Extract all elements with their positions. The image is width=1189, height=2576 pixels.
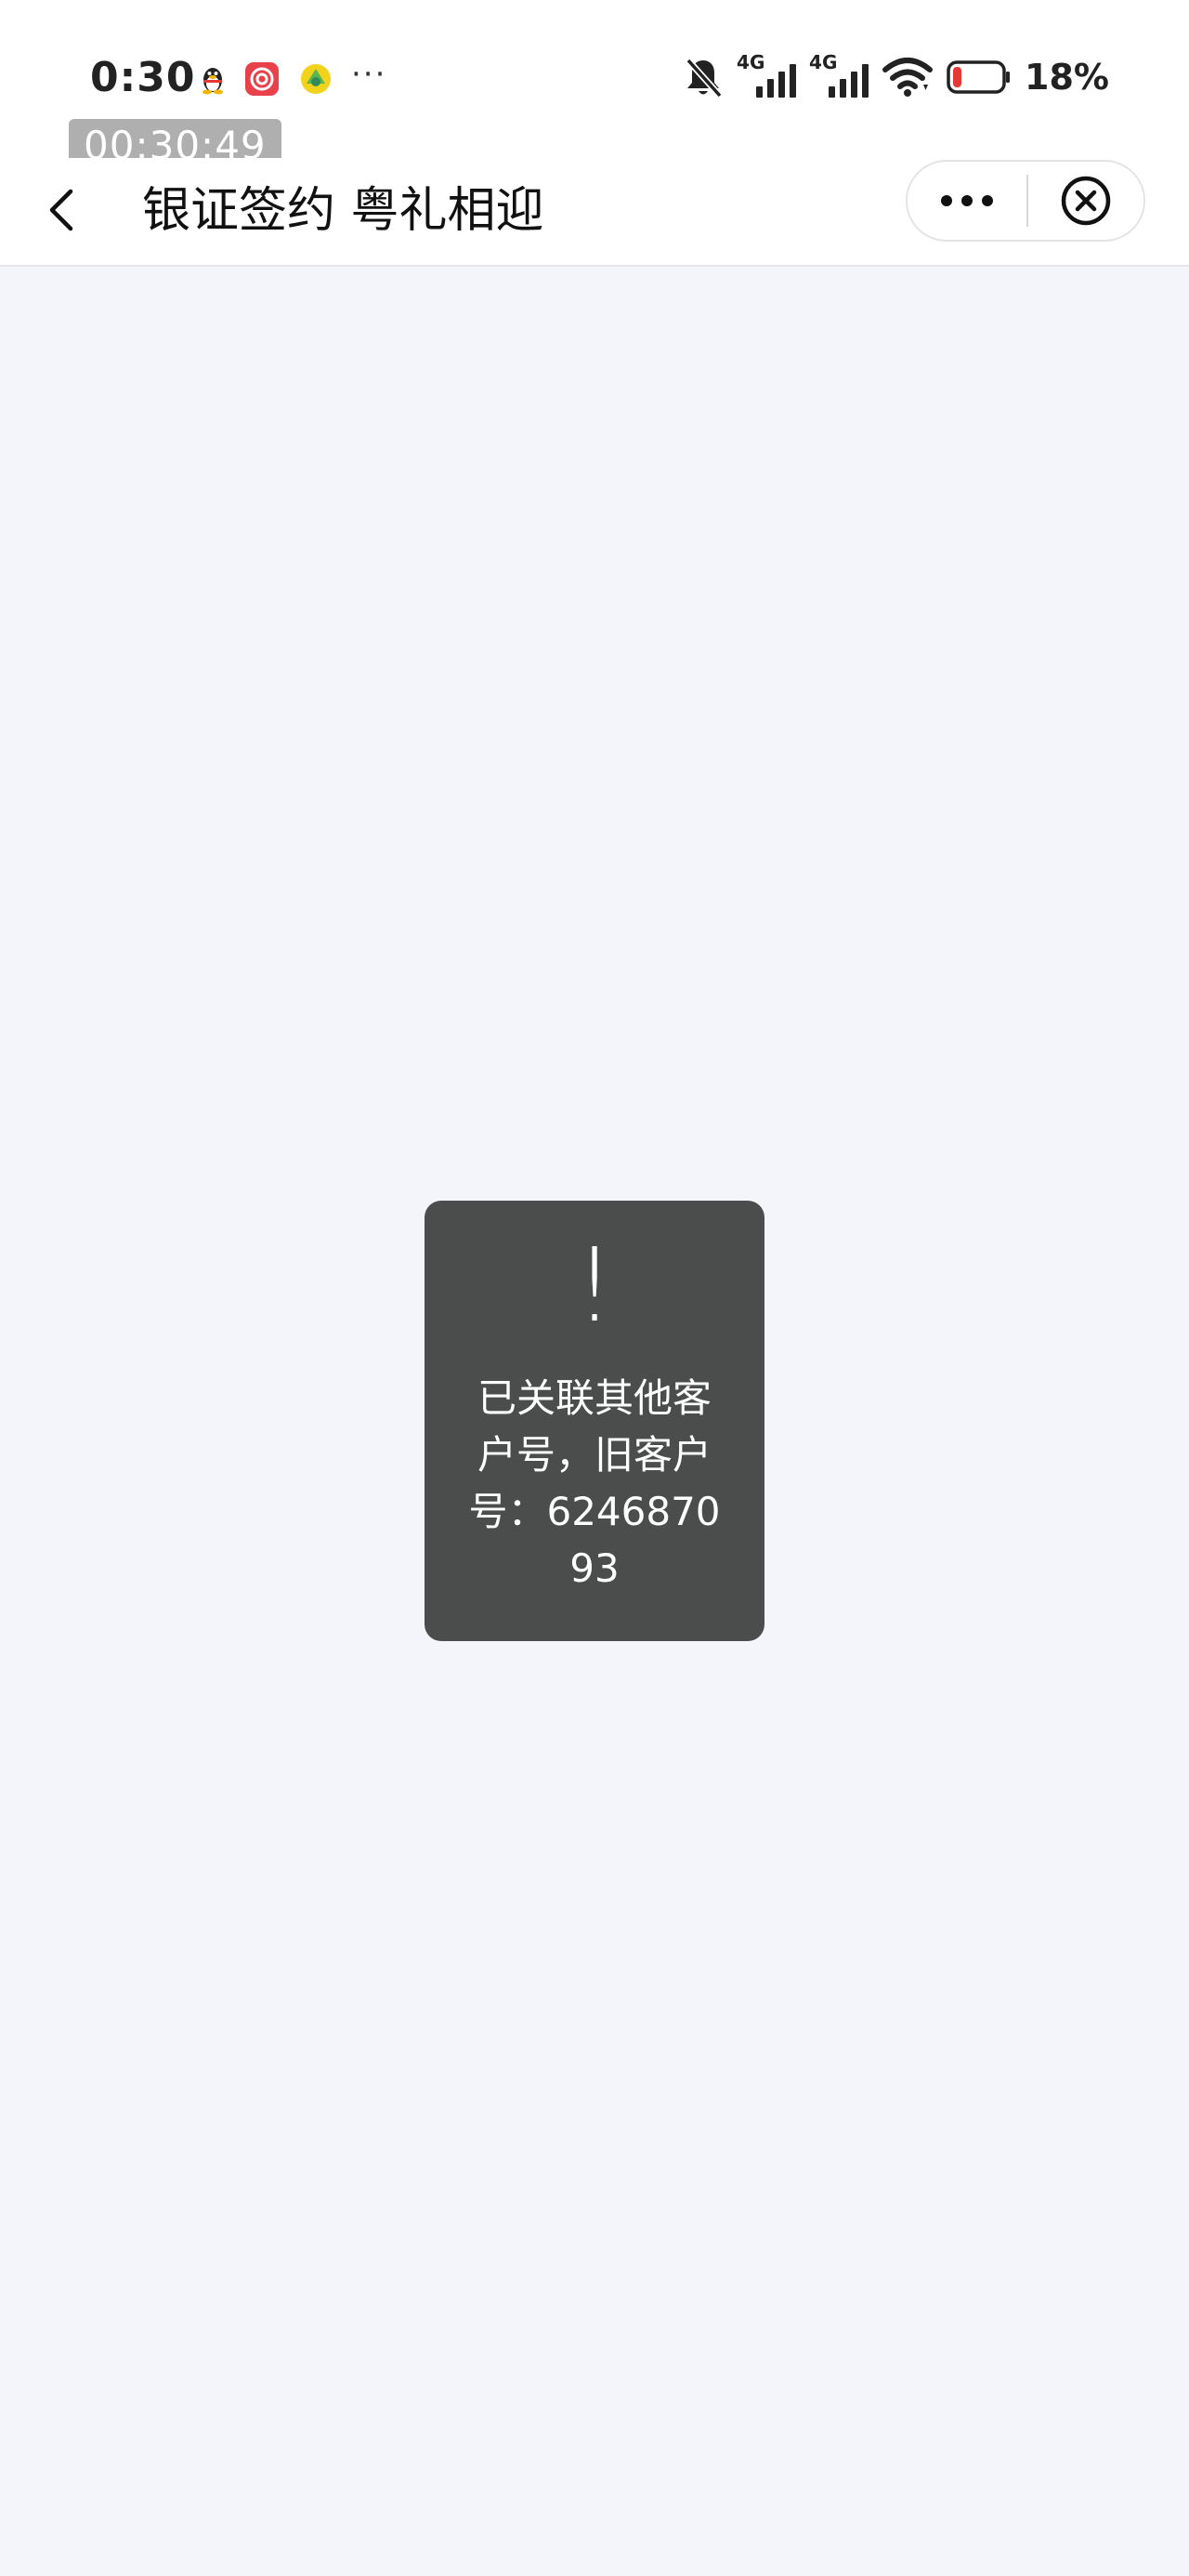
wifi-icon xyxy=(882,58,934,97)
more-button[interactable] xyxy=(908,162,1026,240)
mute-bell-icon xyxy=(686,58,723,99)
cellular-signal-icon-1: 4G xyxy=(737,51,797,99)
exclamation-icon: ! xyxy=(573,1226,616,1345)
qq-icon xyxy=(203,68,223,95)
battery-icon xyxy=(947,60,1011,94)
mini-program-capsule xyxy=(906,160,1145,242)
close-circle-icon xyxy=(1061,176,1111,226)
close-button[interactable] xyxy=(1028,162,1143,240)
toast-message: 已关联其他客户号，旧客户号：624687093 xyxy=(468,1375,721,1591)
page-title: 银证签约 粤礼相迎 xyxy=(142,183,544,239)
back-button[interactable] xyxy=(37,177,93,243)
chevron-left-icon xyxy=(49,189,73,231)
warning-toast: ! 已关联其他客户号，旧客户号：624687093 xyxy=(425,1201,764,1641)
cellular-signal-icon-2: 4G xyxy=(809,51,869,99)
app-icon xyxy=(301,64,331,94)
more-dots-icon xyxy=(941,195,993,206)
system-indicators: 4G 4G 18% xyxy=(683,51,1109,102)
more-notifications-indicator: ··· xyxy=(351,56,387,93)
unionpay-icon xyxy=(245,62,279,96)
battery-percentage: 18% xyxy=(1025,57,1109,98)
nav-bar: 银证签约 粤礼相迎 xyxy=(0,158,1189,267)
status-time: 0:30 xyxy=(90,54,196,101)
